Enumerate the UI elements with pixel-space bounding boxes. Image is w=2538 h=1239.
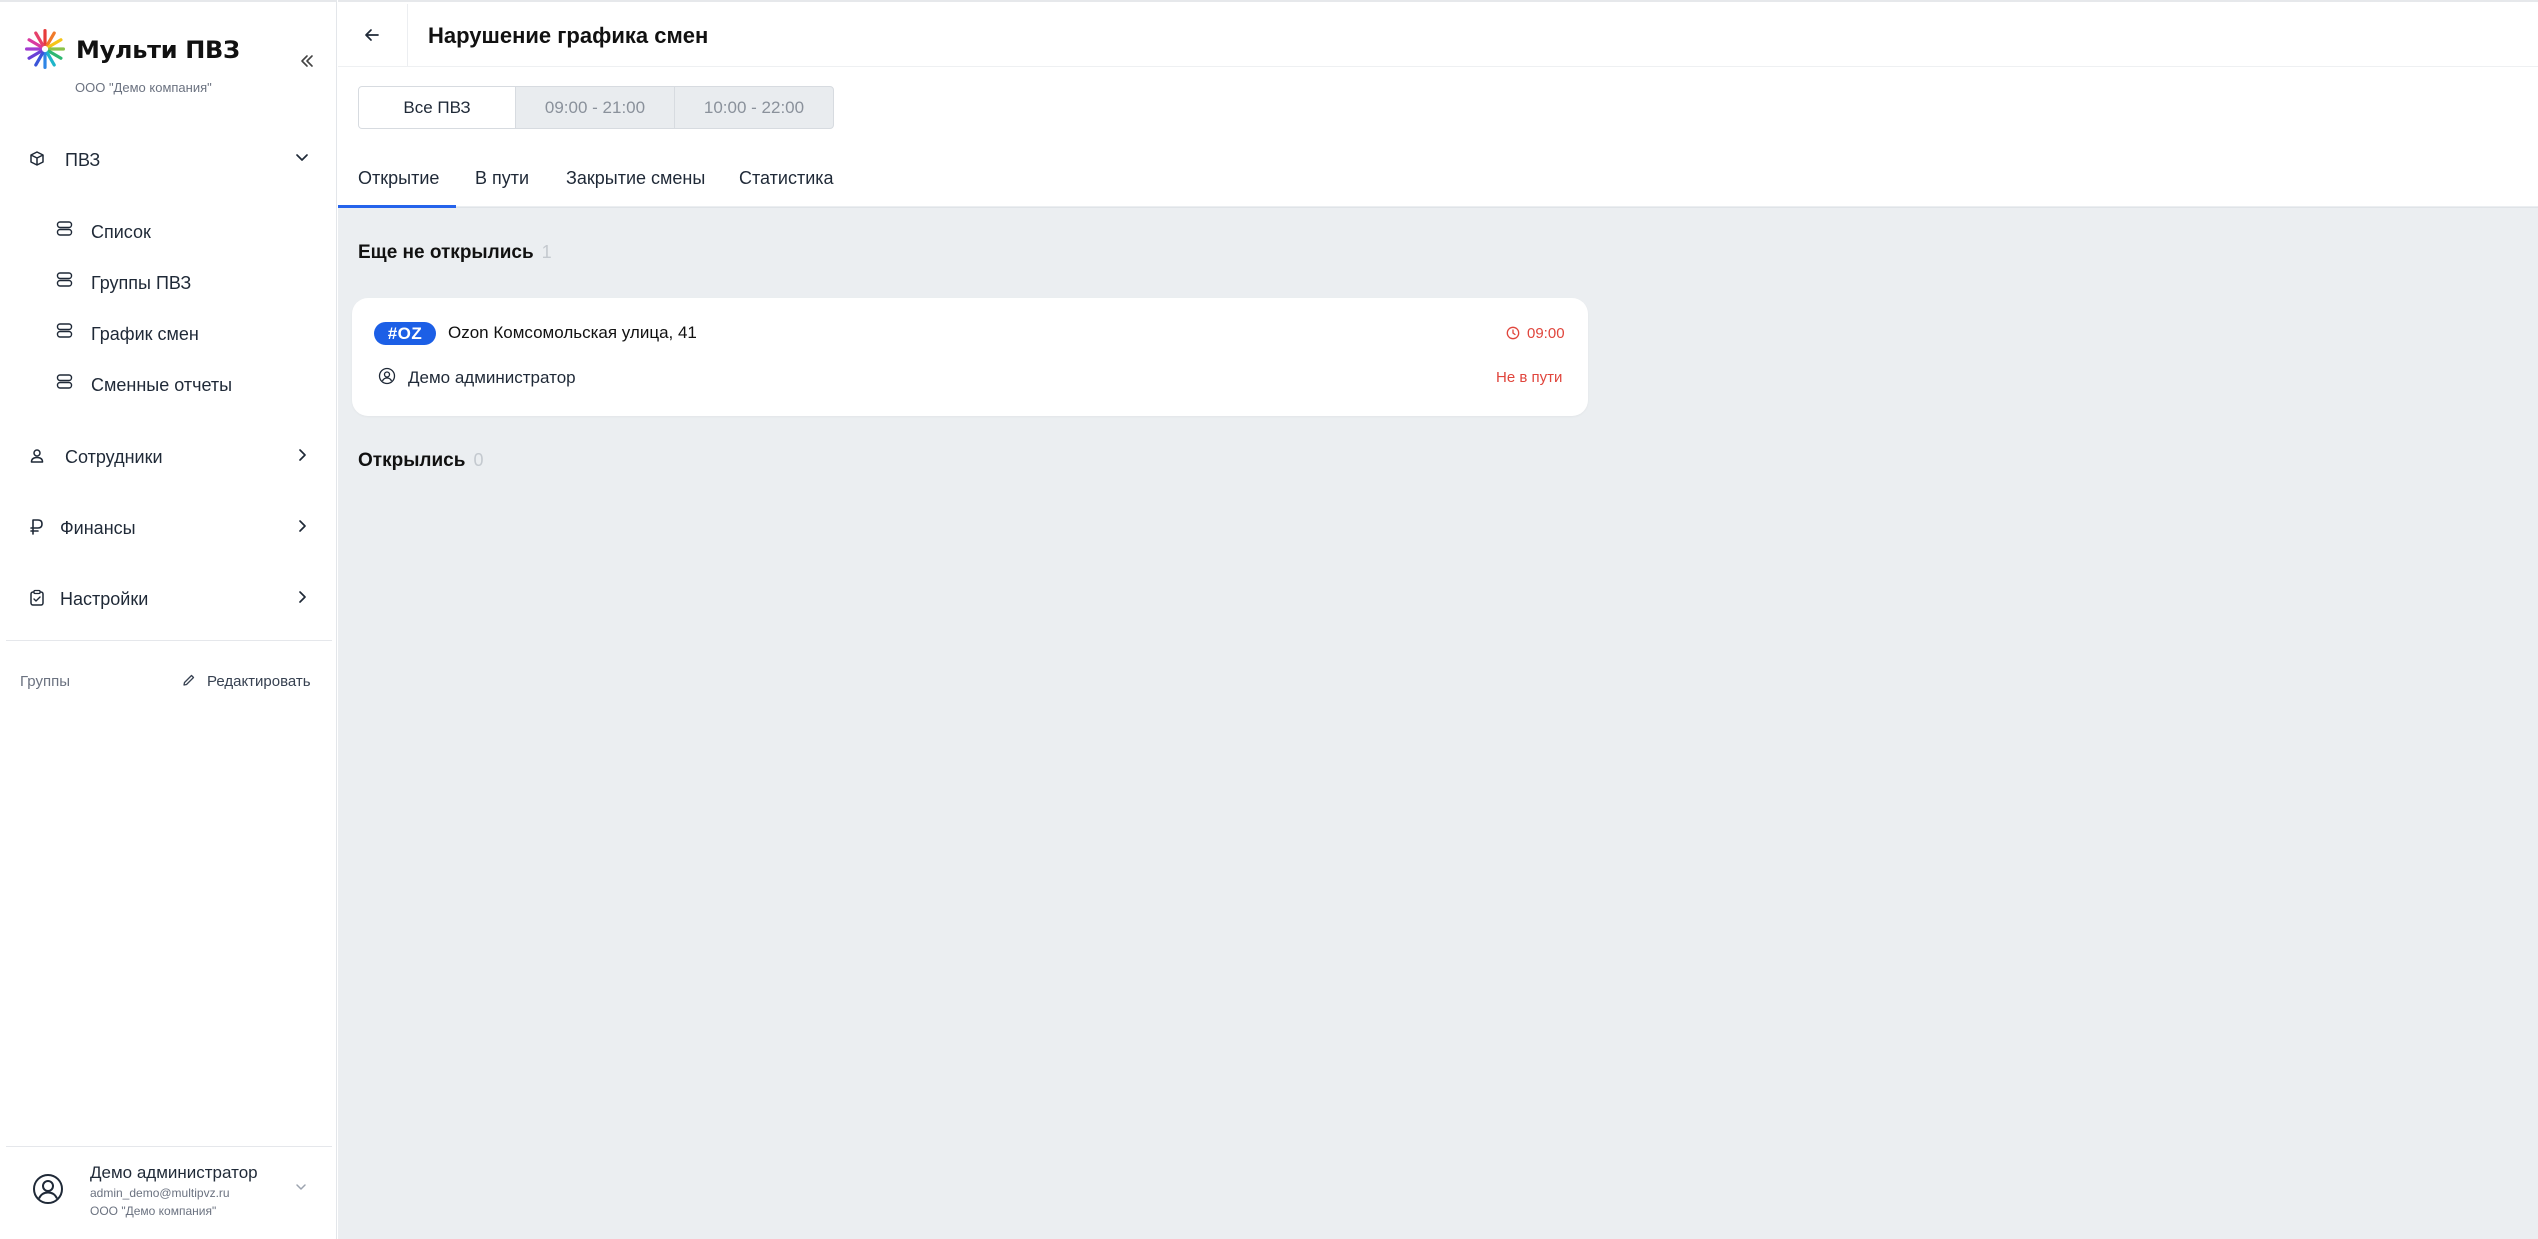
sidebar-divider	[6, 640, 332, 641]
section-title: Открылись	[358, 450, 466, 471]
edit-label: Редактировать	[207, 673, 311, 690]
clipboard-icon	[30, 589, 44, 606]
groups-label: Группы	[20, 673, 70, 690]
chevron-down-icon	[296, 154, 308, 161]
marketplace-badge: #OZ	[374, 322, 436, 345]
sidebar-item-finance[interactable]: Финансы	[0, 508, 337, 548]
page-title: Нарушение графика смен	[428, 23, 709, 48]
chevron-right-icon	[299, 449, 306, 461]
stack-icon	[56, 323, 73, 338]
user-email: admin_demo@multipvz.ru	[90, 1186, 230, 1200]
user-menu[interactable]: Демо администратор admin_demo@multipvz.r…	[0, 1152, 337, 1232]
user-avatar-icon	[33, 1174, 63, 1204]
stack-icon	[56, 374, 73, 389]
sidebar-item-shift-schedule[interactable]: График смен	[56, 316, 316, 350]
user-company: ООО "Демо компания"	[90, 1204, 217, 1218]
employee-name: Демо администратор	[408, 368, 576, 387]
shift-time-label: 09:00	[1527, 325, 1565, 342]
sidebar-item-label: ПВЗ	[65, 150, 101, 170]
chevron-right-icon	[299, 520, 306, 532]
sidebar-item-list[interactable]: Список	[56, 214, 316, 248]
stack-icon	[56, 221, 73, 236]
tab-statistics[interactable]: Статистика	[739, 168, 834, 208]
sidebar-item-label: Настройки	[60, 589, 149, 609]
section-count: 1	[541, 242, 552, 262]
sidebar-item-label: График смен	[91, 324, 199, 344]
sidebar-item-label: Сменные отчеты	[91, 375, 233, 395]
clock-icon	[1506, 326, 1520, 340]
schedule-filter: Все ПВЗ 09:00 - 21:00 10:00 - 22:00	[358, 86, 834, 129]
segment-all-pvz[interactable]: Все ПВЗ	[359, 87, 516, 128]
section-count: 0	[473, 450, 484, 470]
tab-on-the-way[interactable]: В пути	[475, 168, 529, 208]
sidebar-item-employees[interactable]: Сотрудники	[0, 437, 337, 477]
double-chevron-left-icon	[301, 55, 313, 67]
user-circle-icon	[378, 367, 396, 385]
sidebar-item-settings[interactable]: Настройки	[0, 579, 337, 619]
user-name: Демо администратор	[90, 1163, 258, 1182]
ruble-icon	[30, 519, 43, 535]
sidebar-divider	[6, 1146, 332, 1147]
sidebar-item-label: Сотрудники	[65, 447, 163, 467]
sidebar-item-label: Список	[91, 222, 151, 242]
brand[interactable]: Мульти ПВЗ ООО "Демо компания"	[24, 26, 324, 96]
main-area: Нарушение графика смен Все ПВЗ 09:00 - 2…	[338, 0, 2538, 1239]
tab-shift-closing[interactable]: Закрытие смены	[566, 168, 705, 208]
person-icon	[30, 449, 44, 463]
segment-10-22[interactable]: 10:00 - 22:00	[675, 87, 833, 128]
page-header: Нарушение графика смен Все ПВЗ 09:00 - 2…	[338, 0, 2538, 208]
stack-icon	[56, 272, 73, 287]
back-button[interactable]	[338, 4, 408, 66]
sidebar-item-shift-reports[interactable]: Сменные отчеты	[56, 367, 316, 401]
section-not-opened: Еще не открылись 1	[358, 242, 552, 264]
tabs: Открытие В пути Закрытие смены Статистик…	[338, 158, 2538, 208]
logo-icon	[25, 29, 65, 69]
sidebar-item-pvz[interactable]: ПВЗ	[0, 140, 337, 180]
content: Еще не открылись 1 #OZ Ozon Комсомольская…	[338, 206, 2538, 1239]
sidebar-item-label: Финансы	[60, 518, 136, 538]
header-divider	[338, 66, 2538, 67]
pencil-icon	[183, 674, 195, 686]
collapse-sidebar-button[interactable]	[296, 50, 318, 72]
chevron-right-icon	[299, 591, 306, 603]
pvz-card[interactable]: #OZ Ozon Комсомольская улица, 41 09:00 Д…	[352, 298, 1588, 416]
segment-09-21[interactable]: 09:00 - 21:00	[516, 87, 674, 128]
section-opened: Открылись 0	[358, 450, 483, 472]
cube-icon	[30, 151, 44, 166]
status-badge: Не в пути	[1496, 369, 1563, 386]
sidebar-item-label: Группы ПВЗ	[91, 273, 192, 293]
section-title: Еще не открылись	[358, 242, 534, 263]
tab-opening[interactable]: Открытие	[338, 168, 456, 208]
brand-company: ООО "Демо компания"	[75, 80, 212, 95]
sidebar-item-pvz-groups[interactable]: Группы ПВЗ	[56, 265, 316, 299]
chevron-down-icon	[296, 1184, 306, 1190]
pvz-name: Ozon Комсомольская улица, 41	[448, 323, 697, 342]
brand-title: Мульти ПВЗ	[76, 36, 240, 64]
sidebar: Мульти ПВЗ ООО "Демо компания" ПВЗ Списо…	[0, 0, 337, 1239]
arrow-left-icon	[365, 29, 379, 41]
